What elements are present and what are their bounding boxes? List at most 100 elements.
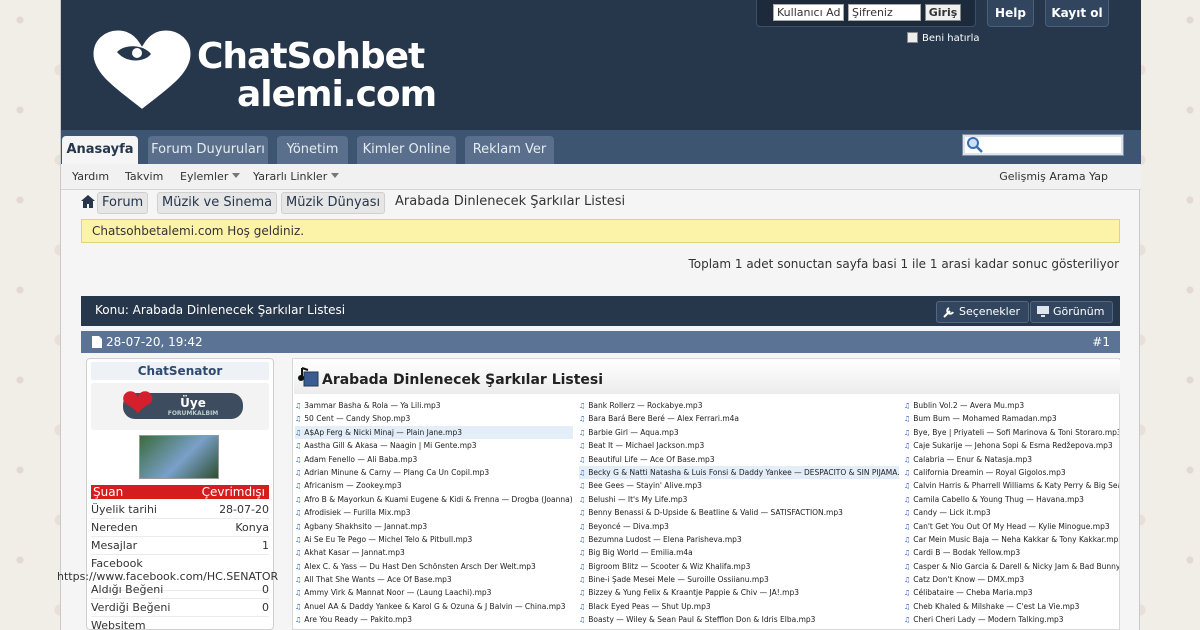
song-list-item: Bob Marley — No Woman No Cry.mp3 <box>579 627 899 630</box>
row-value: 0 <box>262 583 269 596</box>
welcome-notice: Chatsohbetalemi.com Hoş geldiniz. <box>81 219 1120 243</box>
remember-me[interactable]: Beni hatırla <box>907 32 980 44</box>
remember-checkbox[interactable] <box>907 32 918 43</box>
row-value: 28-07-20 <box>219 503 269 516</box>
song-list-item: Bee Gees — Stayin' Alive.mp3 <box>579 479 899 492</box>
song-list-item: Calvin Harris & Pharrell Williams & Katy… <box>904 479 1119 492</box>
song-list-item: Beyoncé — Diva.mp3 <box>579 520 899 533</box>
row-label: Üyelik tarihi <box>91 503 157 516</box>
home-icon[interactable] <box>81 195 95 208</box>
remember-label: Beni hatırla <box>922 33 980 44</box>
subnav-takvim[interactable]: Takvim <box>125 170 163 183</box>
song-list-item: Akhat Kasar — Jannat.mp3 <box>295 546 573 559</box>
subnav-yararli-label: Yararlı Linkler <box>253 170 328 183</box>
row-label: Facebook <box>91 557 143 570</box>
song-list-item: Beat It — Michael Jackson.mp3 <box>579 439 899 452</box>
heart-logo-icon <box>88 26 196 116</box>
login-button[interactable]: Giriş <box>925 4 961 21</box>
song-list-item: Afrodisiek — Furilla Mix.mp3 <box>295 506 573 519</box>
username[interactable]: ChatSenator <box>91 362 269 380</box>
row-value: 0 <box>262 601 269 614</box>
song-list-item: California Dreamin — Royal Gigolos.mp3 <box>904 466 1119 479</box>
username-input[interactable] <box>773 4 844 21</box>
tab-reklam-ver[interactable]: Reklam Ver <box>465 136 554 164</box>
chevron-down-icon <box>331 173 340 178</box>
tab-kimler-online[interactable]: Kimler Online <box>357 136 456 164</box>
avatar[interactable] <box>139 435 219 479</box>
online-status: Şuan Çevrimdışı <box>91 485 269 499</box>
user-row-likes-received: Aldığı Beğeni 0 <box>91 581 269 599</box>
song-list-item: Beautiful Life — Ace Of Base.mp3 <box>579 453 899 466</box>
view-button[interactable]: Görünüm <box>1030 301 1114 323</box>
options-button[interactable]: Seçenekler <box>936 301 1030 323</box>
tab-yonetim[interactable]: Yönetim <box>277 136 348 164</box>
song-list-item: Bigroom Blitz — Scooter & Wiz Khalifa.mp… <box>579 560 899 573</box>
thread-title: Konu: Arabada Dinlenecek Şarkılar Listes… <box>95 303 346 317</box>
user-rank: Üye FORUMKALBIM ❤ <box>91 383 269 430</box>
song-list-item: 3ammar Basha & Rola — Ya Lili.mp3 <box>295 399 573 412</box>
song-list-item: Ai Se Eu Te Pego — Michel Telo & Pitbull… <box>295 533 573 546</box>
song-list-item: Bine-i Şade Mesei Mele — Suroille Ossiia… <box>579 573 899 586</box>
advanced-search-link[interactable]: Gelişmiş Arama Yap <box>999 170 1108 183</box>
user-row-join: Üyelik tarihi 28-07-20 <box>91 501 269 519</box>
song-list-item: Candy — Lick it.mp3 <box>904 506 1119 519</box>
site-header: ChatSohbet alemi.com Giriş Beni hatırla … <box>61 0 1141 130</box>
search-input[interactable] <box>962 134 1124 156</box>
row-label: Aldığı Beğeni <box>91 583 164 596</box>
breadcrumb-muzik-sinema[interactable]: Müzik ve Sinema <box>157 192 278 214</box>
music-notes-icon <box>298 367 319 387</box>
subnav-eylemler[interactable]: Eylemler <box>180 170 241 183</box>
song-list-item: Agbany Shakhsito — Jannat.mp3 <box>295 520 573 533</box>
password-input[interactable] <box>848 4 921 21</box>
search-icon <box>967 137 983 153</box>
row-label: Mesajlar <box>91 539 138 552</box>
song-list-item: Black Eyed Peas — Shut Up.mp3 <box>579 600 899 613</box>
song-list-item: Car Mein Music Baja — Neha Kakkar & Tony… <box>904 533 1119 546</box>
view-label: Görünüm <box>1053 305 1105 318</box>
logo-text: ChatSohbet alemi.com <box>197 38 437 115</box>
post-icon <box>92 336 102 348</box>
song-list-item: Belushi — It's My Life.mp3 <box>579 493 899 506</box>
subnav-yararli-linkler[interactable]: Yararlı Linkler <box>253 170 340 183</box>
user-info-box: ChatSenator Üye FORUMKALBIM ❤ Şuan Çevri… <box>57 358 278 630</box>
song-list-item: Bizzey & Yung Felix & Kraantje Pappie & … <box>579 586 899 599</box>
song-list-item: Afro B & Mayorkun & Kuami Eugene & Kidi … <box>295 493 573 506</box>
song-list-item: Catz Don't Know — DMX.mp3 <box>904 573 1119 586</box>
song-list-item: Caje Sukarije — Jehona Sopi & Esma Redže… <box>904 439 1119 452</box>
tab-forum-duyurulari[interactable]: Forum Duyuruları <box>148 136 268 164</box>
logo-line2: alemi.com <box>237 74 437 115</box>
song-list-item: Ammy Virk & Mannat Noor — (Laung Laachi)… <box>295 586 573 599</box>
song-list-col3: Bublin Vol.2 — Avera Mu.mp3Bum Bum — Moh… <box>904 399 1119 630</box>
breadcrumb-muzik-dunyasi[interactable]: Müzik Dünyası <box>281 192 386 214</box>
breadcrumb-forum[interactable]: Forum <box>97 192 149 214</box>
song-list-item: Bank Rollerz — Rockabye.mp3 <box>579 399 899 412</box>
song-list-item: Casper & Nio Garcia & Darell & Nicky Jam… <box>904 560 1119 573</box>
song-list-item: Barbie Girl — Aqua.mp3 <box>579 426 899 439</box>
help-button[interactable]: Help <box>987 0 1034 27</box>
subnav-yardim[interactable]: Yardım <box>72 170 109 183</box>
song-list-item: Célibataire — Cheba Maria.mp3 <box>904 586 1119 599</box>
user-row-posts: Mesajlar 1 <box>91 537 269 555</box>
breadcrumb-current: Arabada Dinlenecek Şarkılar Listesi <box>395 194 626 209</box>
song-list-item: Africanism — Zookey.mp3 <box>295 479 573 492</box>
post-header: 28-07-20, 19:42 #1 <box>81 331 1120 353</box>
song-list-item: Cheb Khaled & Milshake — C'est La Vie.mp… <box>904 600 1119 613</box>
song-list-item: Calabria — Enur & Natasja.mp3 <box>904 453 1119 466</box>
page: ChatSohbet alemi.com Giriş Beni hatırla … <box>57 0 1141 630</box>
post-content: Arabada Dinlenecek Şarkılar Listesi 3amm… <box>292 358 1120 630</box>
site-logo[interactable]: ChatSohbet alemi.com <box>87 26 437 116</box>
song-list-item: Boasty — Wiley & Sean Paul & Stefflon Do… <box>579 613 899 626</box>
login-form: Giriş <box>756 0 976 27</box>
register-button[interactable]: Kayıt ol <box>1045 0 1109 27</box>
row-value: 1 <box>262 539 269 552</box>
song-list-item: Aastha Gill & Akasa — Naagin | Mi Gente.… <box>295 439 573 452</box>
song-list-item: Are You Ready — Pakito.mp3 <box>295 613 573 626</box>
song-list-item: Can't Get You Out Of My Head — Kylie Min… <box>904 520 1119 533</box>
song-list-item: A$Ap Ferg & Nicki Minaj — Plain Jane.mp3 <box>295 425 573 440</box>
tab-anasayfa[interactable]: Anasayfa <box>62 136 138 164</box>
monitor-icon <box>1037 306 1049 317</box>
post-date: 28-07-20, 19:42 <box>106 335 203 349</box>
post-number[interactable]: #1 <box>1092 331 1110 353</box>
song-list-item: Bye, Bye | Priyateli — Sofi Marinova & T… <box>904 426 1119 439</box>
song-list-item: Anuel AA & Daddy Yankee & Karol G & Ozun… <box>295 600 573 613</box>
